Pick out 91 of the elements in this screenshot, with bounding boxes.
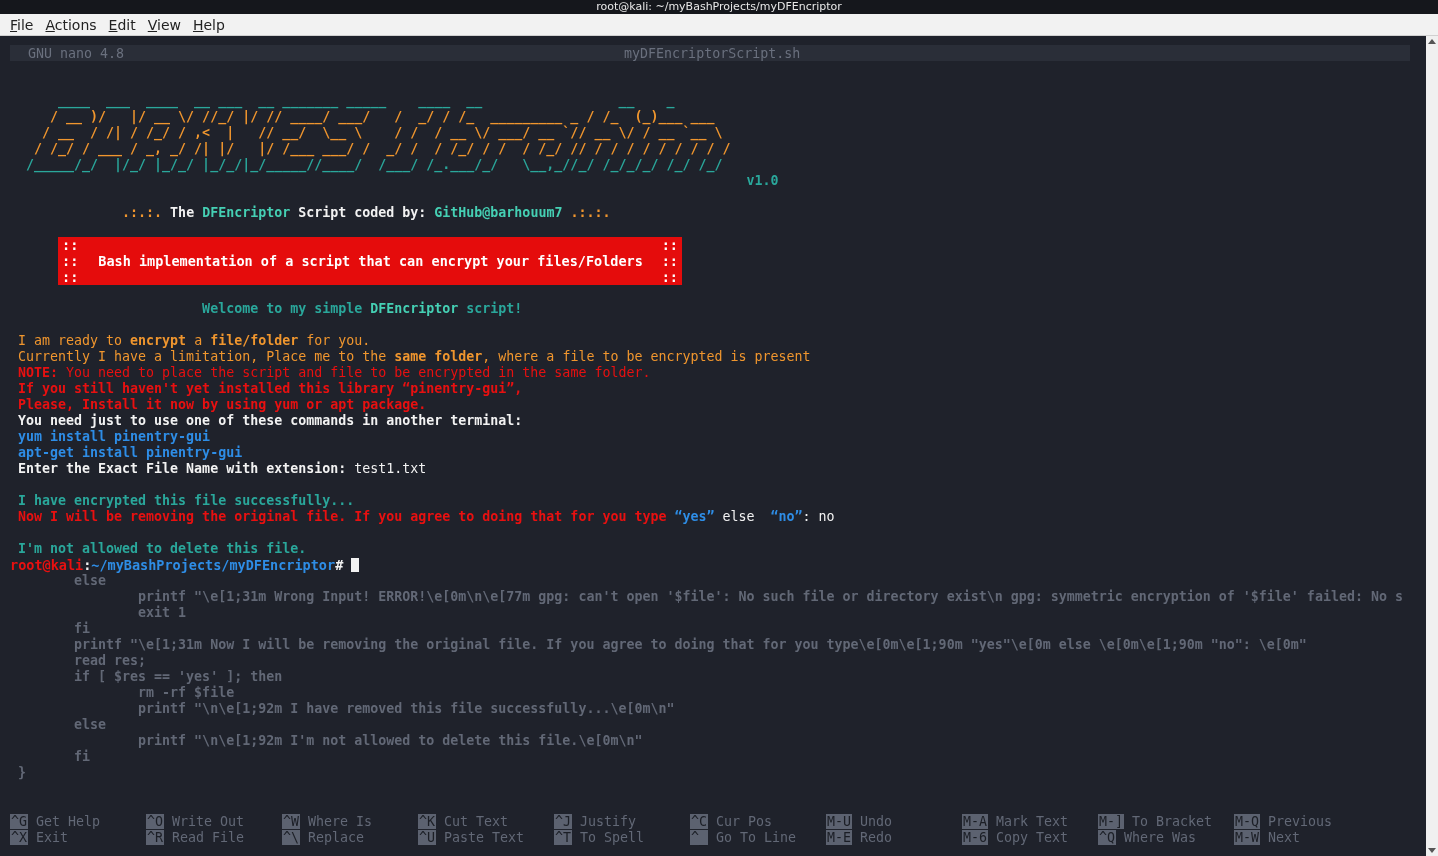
shortcut-label: Go To Line [716,829,797,845]
separator-dots: :: [661,237,678,253]
menu-item[interactable]: Actions [39,16,103,33]
shortcut-key: M-W [1234,829,1261,845]
output-line: Currently I have a limitation, Place me to the same folder, where a file to be encrypted is present [18,349,812,365]
source-code-line: printf "\n\e[1;92m I'm not allowed to delete this file.\e[0m\n" [137,733,644,749]
ascii-banner-line: / __ )/ |/ __ \/ //_/ |/ // ____/ ___/ / _/ / /_ _________ _ / /_ (_)___ ___ [49,109,716,125]
shortcut-label: Paste Text [444,829,525,845]
output-line: Now I will be removing the original file. If you agree to doing that for you type “yes” else “no”: no [18,509,836,525]
shortcut-key: ^K [418,813,436,829]
shortcut-key: ^R [146,829,164,845]
shortcut-key: ^T [554,829,572,845]
output-line: I'm not allowed to delete this file. [18,541,308,557]
shortcut-key: ^_ [690,829,708,845]
scrollbar[interactable] [1426,36,1438,856]
source-code-line: printf "\e[1;31m Now I will be removing the original file. If you agree to doing that for you type\e[0m\e[1;90m "yes"\e[0m else \e[0m\e[1;90m "no": \e[0m" [73,637,1308,653]
shortcut-label: Previous [1268,813,1333,829]
ascii-banner-line: /_____/_/ |/_/ |_/_/ |_/_/|_/_____//____/ /___/ /_.___/_/ \__,_//_/ /_/_/_/ /_/ /_/ [25,157,724,173]
separator-dots: :: [661,253,678,269]
output-line: I am ready to encrypt a file/folder for you. [18,333,372,349]
source-code-line: fi [73,621,92,637]
output-line: Welcome to my simple DFEncriptor script! [201,301,524,317]
shortcut-label: Read File [172,829,245,845]
output-line: NOTE: You need to place the script and file to be encrypted in the same folder. [18,365,652,381]
menu-item[interactable]: File [4,16,40,33]
output-line: Please, Install it now by using yum or apt package. [18,397,428,413]
shortcut-key: ^J [554,813,572,829]
menu-item[interactable]: View [141,16,187,33]
shortcut-label: Mark Text [996,813,1069,829]
shortcut-label: Replace [308,829,365,845]
shortcut-label: Exit [36,829,69,845]
shortcut-key: ^G [10,813,28,829]
shortcut-label: Cur Pos [716,813,773,829]
output-line: If you still haven't yet installed this library “pinentry-gui”, [18,381,524,397]
text-cursor [351,558,360,572]
shortcut-label: Get Help [36,813,101,829]
source-code-line: fi [73,749,92,765]
menu-item[interactable]: Help [186,16,231,33]
shortcut-key: M-6 [962,829,989,845]
output-line: apt-get install pinentry-gui [18,445,244,461]
separator-dots: :: [661,269,678,285]
shortcut-label: Where Is [308,813,373,829]
banner-text: Bash implementation of a script that can encrypt your files/Folders [97,253,644,269]
output-line: .:.:. The DFEncriptor Script coded by: GitHub@barhouum7 .:.:. [121,205,612,221]
shortcut-key: ^\ [282,829,300,845]
ascii-banner-line: / /_/ / ___ / _, _/ /| |/ |/ /___ ___/ / _/ / / /_/ / / / /_/ // / / / / / / / / / [33,141,732,157]
shortcut-key: M-U [826,813,853,829]
shortcut-key: M-] [1098,813,1125,829]
shortcut-key: M-Q [1234,813,1261,829]
shortcut-label: Copy Text [996,829,1069,845]
source-code-line: printf "\e[1;31m Wrong Input! ERROR!\e[0m\n\e[77m gpg: can't open '$file': No such file or directory exist\n gpg: symmetric encryption of '$file' failed: No s [137,589,1404,605]
source-code-line: rm -rf $file [137,685,236,701]
separator-dots: :: [62,269,79,285]
output-line: yum install pinentry-gui [18,429,212,445]
source-code-line: if [ $res == 'yes' ]; then [73,669,284,685]
shortcut-key: ^X [10,829,28,845]
shortcut-label: To Spell [580,829,645,845]
window-title: root@kali: ~/myBashProjects/myDFEncriptor [596,0,842,14]
shortcut-label: Justify [580,813,637,829]
output-line: You need just to use one of these commands in another terminal: [18,413,524,429]
shortcut-key: ^U [418,829,436,845]
shortcut-label: Cut Text [444,813,509,829]
source-code-line: read res; [73,653,148,669]
shortcut-label: Undo [860,813,893,829]
shortcut-label: Next [1268,829,1301,845]
shortcut-label: Write Out [172,813,245,829]
shortcut-label: Where Was [1124,829,1197,845]
editor-version: GNU nano 4.8 [27,45,125,61]
shortcut-key: M-A [962,813,989,829]
source-code-line: else [73,717,108,733]
source-code-line: exit 1 [137,605,188,621]
shortcut-label: Redo [860,829,893,845]
output-line: v1.0 [745,173,780,189]
menu-item[interactable]: Edit [102,16,142,33]
shortcut-key: ^W [282,813,300,829]
source-code-line: } [18,765,27,781]
shortcut-key: ^Q [1098,829,1116,845]
separator-dots: :: [62,253,79,269]
shortcut-label: To Bracket [1132,813,1213,829]
output-line: I have encrypted this file successfully... [18,493,356,509]
separator-dots: :: [62,237,79,253]
ascii-banner-line: ____ ___ ____ __ ___ __ _______ _____ ____ __ __ _ [57,93,676,109]
shortcut-key: M-E [826,829,853,845]
shortcut-key: ^O [146,813,164,829]
file-name: myDFEncriptorScript.sh [624,45,801,61]
output-line: Enter the Exact File Name with extension: test1.txt [18,461,428,477]
source-code-line: printf "\n\e[1;92m I have removed this file successfully...\e[0m\n" [137,701,676,717]
source-code-line: else [73,573,108,589]
ascii-banner-line: / __ / /| / /_/ / ,< | // __/ \__ \ / / / __ \/ ___/ __ `// __ \/ / __ `__ \ [41,125,724,141]
shortcut-key: ^C [690,813,708,829]
shell-prompt: root@kali:~/myBashProjects/myDFEncriptor# [10,557,345,573]
